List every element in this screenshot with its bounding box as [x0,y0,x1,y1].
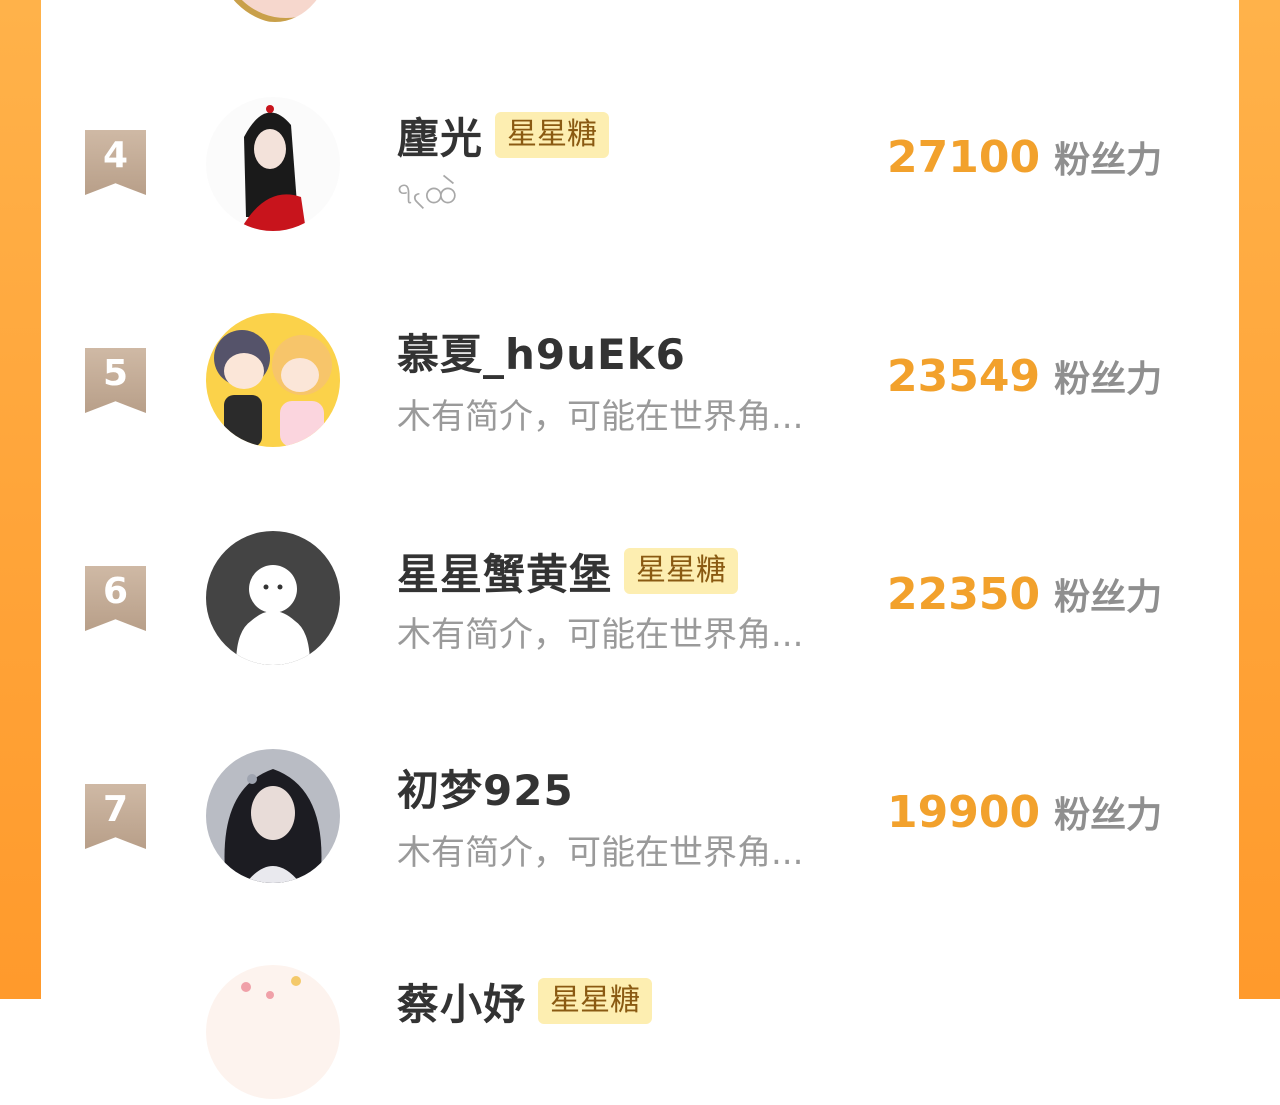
user-tag-badge: 星星糖 [495,112,610,158]
fan-power-value: 23549 [887,351,1041,402]
user-avatar[interactable] [206,97,340,231]
avatar-partial-top [219,0,331,22]
rank-badge: 6 [85,566,146,631]
fan-power-unit: 粉丝力 [1054,795,1163,836]
ranking-row[interactable]: 4 麈光 星星糖 ঀ৻ထဲ 27100 粉丝力 [41,97,1239,237]
user-bio: 木有简介，可能在世界角... [397,615,804,655]
user-avatar[interactable] [206,313,340,447]
user-name-line: 初梦925 [397,759,574,815]
user-name: 慕夏_h9uEk6 [397,329,686,379]
user-bio: 木有简介，可能在世界角... [397,397,804,437]
user-name: 初梦925 [397,765,574,815]
rank-badge: 4 [85,130,146,195]
default-avatar-icon[interactable] [206,531,340,665]
user-tag-badge: 星星糖 [538,978,653,1024]
user-name-line: 麈光 星星糖 [397,107,610,163]
user-bio: 木有简介，可能在世界角... [397,833,804,873]
ranking-row[interactable]: 5 慕夏_h9uEk6 木有简介，可能在世界角... 23549 粉丝力 [41,313,1239,453]
rank-badge: 7 [85,784,146,849]
user-bio: ঀ৻ထဲ [397,172,457,212]
rank-badge: 5 [85,348,146,413]
user-avatar[interactable] [206,749,340,883]
fan-power-value: 22350 [887,569,1041,620]
ranking-row[interactable]: 6 星星蟹黄堡 星星糖 木有简介，可能在世界角... 22350 粉丝力 [41,531,1239,671]
fan-power: 19900 粉丝力 [887,786,1162,838]
fan-power-unit: 粉丝力 [1054,359,1163,400]
fan-power-value: 19900 [887,787,1041,838]
left-orange-border [0,0,41,999]
user-name: 麈光 [397,113,484,163]
user-tag-badge: 星星糖 [624,548,739,594]
fan-power: 22350 粉丝力 [887,568,1162,620]
fan-power: 27100 粉丝力 [887,131,1162,183]
fan-power-value: 27100 [887,132,1041,183]
ranking-row[interactable]: 蔡小妤 星星糖 [41,965,1239,1105]
fan-power-unit: 粉丝力 [1054,140,1163,181]
user-name: 星星蟹黄堡 [397,549,613,599]
user-name-line: 慕夏_h9uEk6 [397,323,686,379]
ranking-card: 4 麈光 星星糖 ঀ৻ထဲ 27100 粉丝力 5 慕夏_h9uEk6 木有简介… [41,0,1239,1099]
fan-power: 23549 粉丝力 [887,350,1162,402]
user-avatar[interactable] [206,965,340,1099]
user-name: 蔡小妤 [397,979,527,1029]
fan-power-unit: 粉丝力 [1054,577,1163,618]
user-name-line: 蔡小妤 星星糖 [397,973,653,1029]
right-orange-border [1239,0,1280,999]
ranking-row[interactable]: 7 初梦925 木有简介，可能在世界角... 19900 粉丝力 [41,749,1239,889]
user-name-line: 星星蟹黄堡 星星糖 [397,543,739,599]
